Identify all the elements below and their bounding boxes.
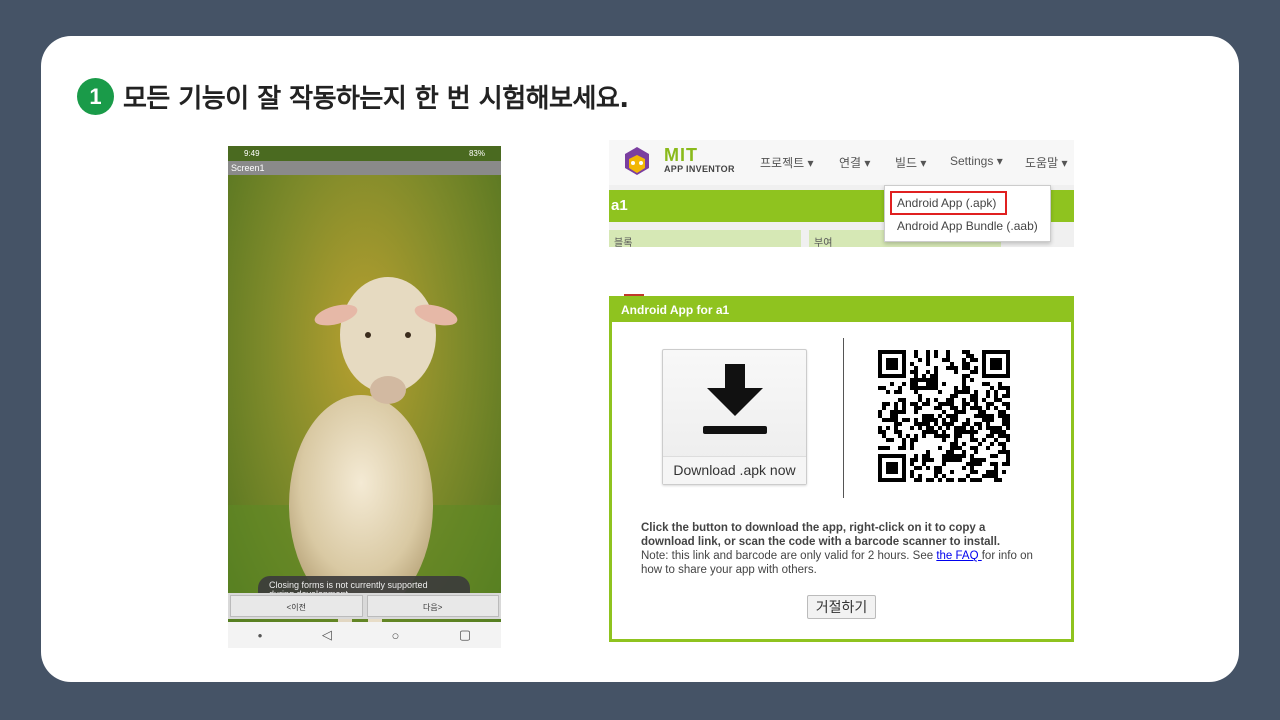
note-before: Note: this link and barcode are only val… [641,550,937,562]
nav-button-row: <이전 다음> [228,593,501,619]
divider [843,338,844,498]
phone-screenshot: 9:49 83% Screen1 Closing forms is not cu… [228,146,501,648]
qr-code [878,350,1010,482]
faq-link[interactable]: the FAQ [936,550,981,562]
dialog-title: Android App for a1 [612,299,1071,322]
menu-connect[interactable]: 연결 ▾ [839,154,870,171]
prev-button[interactable]: <이전 [230,595,363,617]
status-time: 9:49 [244,149,260,158]
menu-help[interactable]: 도움말 ▾ [1025,154,1067,171]
next-button[interactable]: 다음> [366,595,499,617]
screen-title: Screen1 [228,161,501,175]
download-apk-button[interactable]: Download .apk now [662,349,807,485]
status-battery: 83% [468,149,485,158]
instructions: Click the button to download the app, ri… [641,521,1041,577]
menu-project[interactable]: 프로젝트 ▾ [760,154,814,171]
home-icon[interactable]: ○ [391,628,399,643]
panel-blocks: 블록 [609,230,801,247]
dismiss-button[interactable]: 거절하기 [807,595,876,619]
dropdown-aab[interactable]: Android App Bundle (.aab) [897,219,1038,233]
download-icon [703,364,767,434]
recents-icon[interactable]: ▢ [459,627,471,643]
dot-icon: • [257,627,263,643]
back-icon[interactable]: ◁ [322,627,332,643]
menu-build[interactable]: 빌드 ▾ [895,154,926,171]
step-badge: 1 [77,78,114,115]
dropdown-apk[interactable]: Android App (.apk) [897,196,996,210]
download-label: Download .apk now [663,456,806,484]
heading-text: 모든 기능이 잘 작동하는지 한 번 시험해보세요. [123,84,629,114]
sub-brand: APP INVENTOR [664,164,735,174]
brand: MIT [664,145,698,165]
status-bar: 9:49 83% [228,146,501,161]
slide-heading: 1 모든 기능이 잘 작동하는지 한 번 시험해보세요. [77,78,629,115]
system-nav-bar: • ◁ ○ ▢ [228,622,501,648]
instruction-text: Click the button to download the app, ri… [641,522,1001,548]
build-dropdown: Android App (.apk) Android App Bundle (.… [884,185,1051,242]
download-dialog: Android App for a1 Download .apk now Cli… [609,296,1074,642]
menu-settings[interactable]: Settings ▾ [950,154,1003,168]
app-inventor-logo-icon [625,147,649,175]
top-bar: MIT APP INVENTOR 프로젝트 ▾ 연결 ▾ 빌드 ▾ Settin… [609,140,1074,185]
